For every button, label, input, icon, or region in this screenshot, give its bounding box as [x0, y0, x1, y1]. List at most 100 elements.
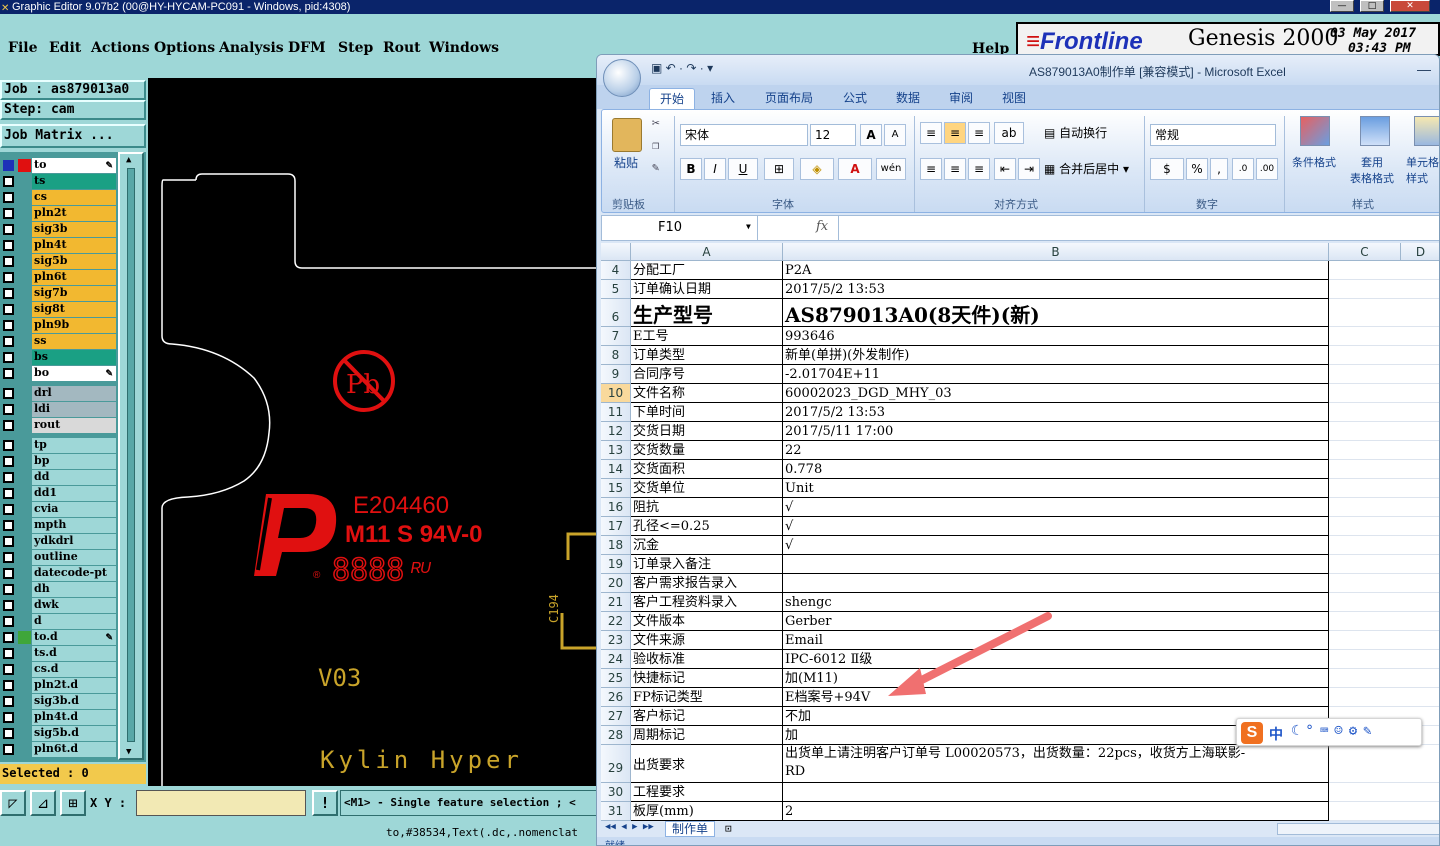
column-header-a[interactable]: A — [631, 243, 783, 261]
row-header[interactable]: 20 — [601, 574, 631, 593]
shrink-font-icon[interactable]: A — [884, 124, 906, 146]
tab-data[interactable]: 数据 — [886, 88, 930, 109]
row-header[interactable]: 10 — [601, 384, 631, 403]
layer-row[interactable]: pln4t.d — [0, 710, 116, 725]
layer-checkbox[interactable] — [3, 288, 14, 299]
tab-page-layout[interactable]: 页面布局 — [755, 88, 823, 109]
row-header[interactable]: 5 — [601, 280, 631, 299]
cell-field-name[interactable]: 板厚(mm) — [631, 802, 783, 821]
cell-field-name[interactable]: FP标记类型 — [631, 688, 783, 707]
measure-icon[interactable]: ⊿ — [30, 790, 56, 816]
layer-name[interactable]: ts.d — [32, 646, 116, 661]
maximize-button[interactable]: □ — [1360, 0, 1384, 12]
row-header[interactable]: 15 — [601, 479, 631, 498]
layer-name[interactable]: mpth — [32, 518, 116, 533]
layer-row[interactable]: cvia — [0, 502, 116, 517]
layer-name[interactable]: pln6t.d — [32, 742, 116, 757]
merge-center-button[interactable]: ▦ 合并后居中 ▾ — [1044, 160, 1129, 177]
layer-name[interactable]: dh — [32, 582, 116, 597]
layer-checkbox[interactable] — [3, 404, 14, 415]
layer-row[interactable]: dh — [0, 582, 116, 597]
layer-row[interactable]: sig3b.d — [0, 694, 116, 709]
layer-row[interactable]: pln9b — [0, 318, 116, 333]
decrease-indent-icon[interactable]: ⇤ — [994, 158, 1016, 180]
cell-empty[interactable] — [1329, 669, 1439, 688]
row-header[interactable]: 19 — [601, 555, 631, 574]
cell-field-value[interactable]: 22 — [783, 441, 1329, 460]
column-header-b[interactable]: B — [783, 243, 1329, 261]
currency-icon[interactable]: $ — [1150, 158, 1184, 180]
layer-row[interactable]: to.d ✎ — [0, 630, 116, 645]
cell-field-name[interactable]: 订单确认日期 — [631, 280, 783, 299]
row-header[interactable]: 16 — [601, 498, 631, 517]
cell-field-name[interactable]: 沉金 — [631, 536, 783, 555]
cell-empty[interactable] — [1329, 631, 1439, 650]
layer-row[interactable]: ts — [0, 174, 116, 189]
layer-row[interactable]: rout — [0, 418, 116, 433]
row-header[interactable]: 25 — [601, 669, 631, 688]
cell-field-name[interactable]: 生产型号 — [631, 299, 783, 327]
cell-field-value[interactable]: P2A — [783, 261, 1329, 280]
cell-empty[interactable] — [1329, 612, 1439, 631]
cell-field-name[interactable]: 文件名称 — [631, 384, 783, 403]
ime-mode-toggle[interactable]: 中 — [1269, 724, 1283, 744]
cell-empty[interactable] — [1329, 745, 1439, 783]
layer-name[interactable]: rout — [32, 418, 116, 433]
layer-row[interactable]: pln6t — [0, 270, 116, 285]
horizontal-scrollbar[interactable] — [1277, 823, 1439, 835]
cell-empty[interactable] — [1329, 261, 1439, 280]
layer-row[interactable]: tp — [0, 438, 116, 453]
row-header[interactable]: 28 — [601, 726, 631, 745]
name-box-dropdown-icon[interactable]: ▼ — [746, 222, 751, 231]
layer-name[interactable]: dd — [32, 470, 116, 485]
cell-field-name[interactable]: 工程要求 — [631, 783, 783, 802]
scroll-down-icon[interactable]: ▼ — [126, 747, 131, 757]
layer-name[interactable]: to ✎ — [32, 158, 116, 173]
row-header[interactable]: 30 — [601, 783, 631, 802]
layer-name[interactable]: cvia — [32, 502, 116, 517]
layer-name[interactable]: sig8t — [32, 302, 116, 317]
cell-field-value[interactable]: √ — [783, 498, 1329, 517]
layer-checkbox[interactable] — [3, 208, 14, 219]
layer-row[interactable]: cs.d — [0, 662, 116, 677]
layer-name[interactable]: to.d ✎ — [32, 630, 116, 645]
layer-checkbox[interactable] — [3, 472, 14, 483]
underline-icon[interactable]: U — [728, 158, 758, 180]
layer-name[interactable]: pln9b — [32, 318, 116, 333]
layer-row[interactable]: d — [0, 614, 116, 629]
layer-name[interactable]: pln6t — [32, 270, 116, 285]
grow-font-icon[interactable]: A — [860, 124, 882, 146]
layer-checkbox[interactable] — [3, 456, 14, 467]
cell-field-name[interactable]: 订单录入备注 — [631, 555, 783, 574]
layer-row[interactable]: to ✎ — [0, 158, 116, 173]
layer-row[interactable]: pln2t — [0, 206, 116, 221]
layer-row[interactable]: sig5b.d — [0, 726, 116, 741]
cell-field-name[interactable]: 交货日期 — [631, 422, 783, 441]
format-painter-icon[interactable]: ✎ — [652, 160, 659, 174]
border-icon[interactable]: ⊞ — [764, 158, 794, 180]
layer-checkbox[interactable] — [3, 304, 14, 315]
row-header[interactable]: 24 — [601, 650, 631, 669]
layer-name[interactable]: ts — [32, 174, 116, 189]
zoom-box-icon[interactable]: ◸ — [0, 790, 26, 816]
wrap-text-button[interactable]: ▤ 自动换行 — [1044, 124, 1107, 141]
increase-decimal-icon[interactable]: .0 — [1232, 158, 1254, 180]
layer-checkbox[interactable] — [3, 336, 14, 347]
name-box[interactable]: F10 — [602, 216, 758, 240]
cell-field-value[interactable]: √ — [783, 536, 1329, 555]
cell-field-name[interactable]: 验收标准 — [631, 650, 783, 669]
layer-name[interactable]: cs — [32, 190, 116, 205]
layer-checkbox[interactable] — [3, 272, 14, 283]
layer-checkbox[interactable] — [3, 568, 14, 579]
layer-name[interactable]: ss — [32, 334, 116, 349]
cell-field-value[interactable] — [783, 555, 1329, 574]
tab-home[interactable]: 开始 — [649, 88, 696, 109]
cell-style-label[interactable]: 单元格 样式 — [1406, 154, 1439, 186]
cell-field-value[interactable]: 2017/5/11 17:00 — [783, 422, 1329, 441]
cell-field-value[interactable]: -2.01704E+11 — [783, 365, 1329, 384]
layer-name[interactable]: datecode-pt — [32, 566, 116, 581]
comma-icon[interactable]: , — [1210, 158, 1228, 180]
row-header[interactable]: 17 — [601, 517, 631, 536]
cell-field-name[interactable]: E工号 — [631, 327, 783, 346]
row-header[interactable]: 29 — [601, 745, 631, 783]
